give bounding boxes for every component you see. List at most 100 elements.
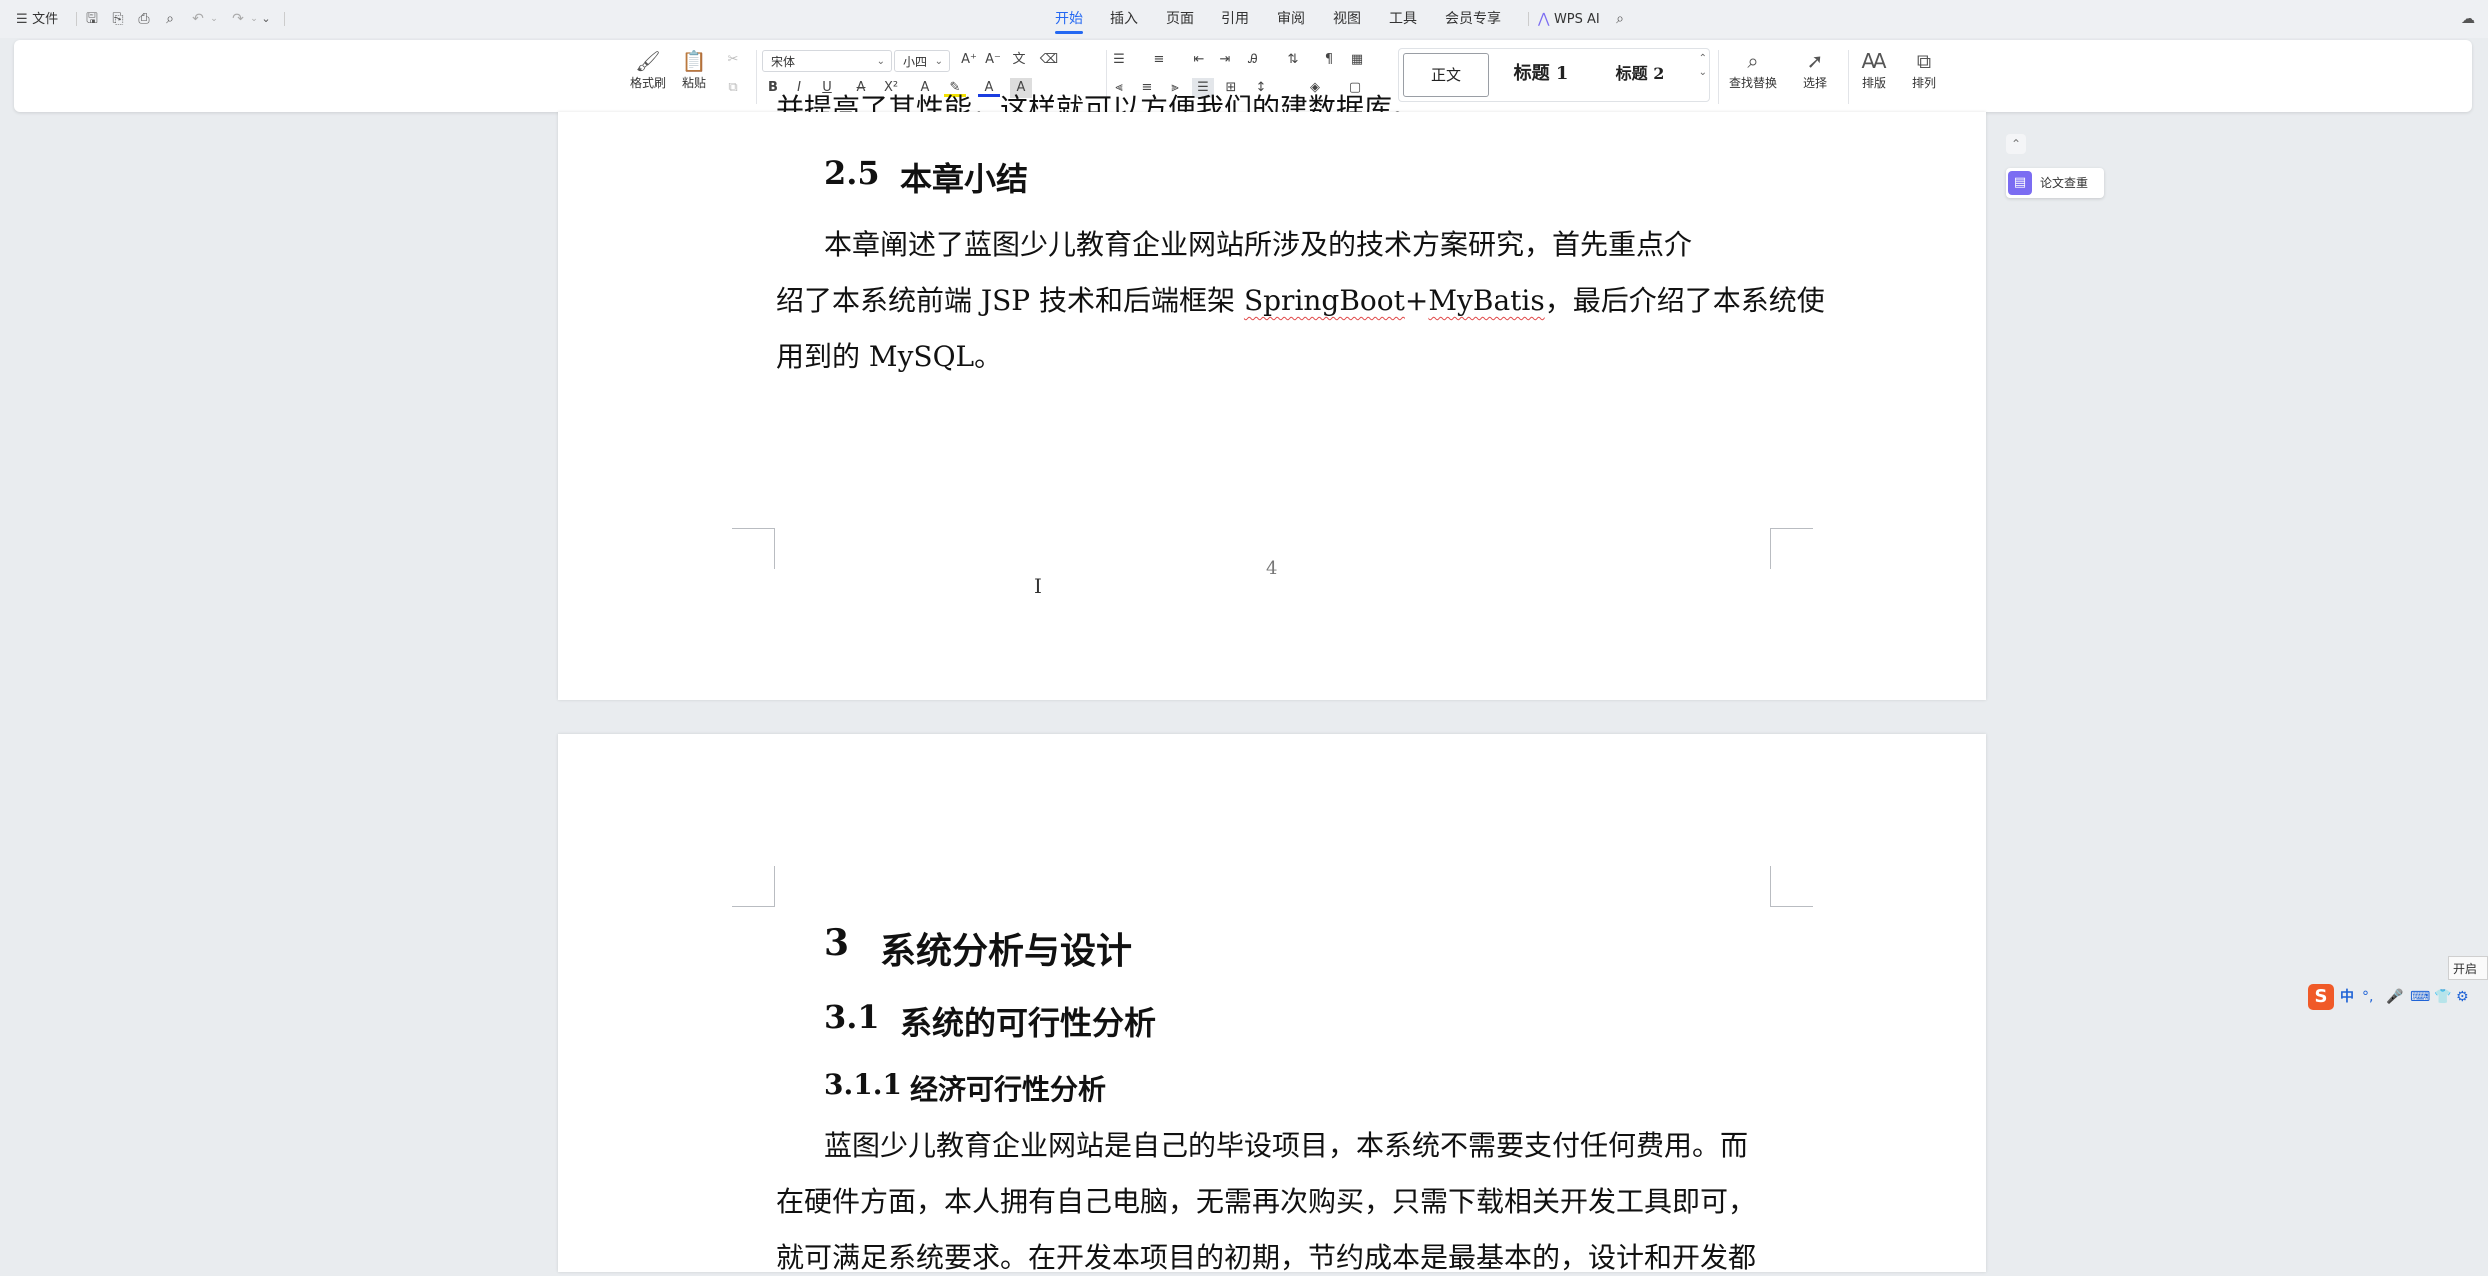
paragraph-line: 就可满足系统要求。在开发本项目的初期，节约成本是最基本的，设计和开发都 — [776, 1241, 1757, 1274]
wps-ai-label: WPS AI — [1553, 12, 1600, 27]
font-size-value: 小四 — [903, 55, 928, 69]
cloud-sync-icon[interactable]: ☁ — [2460, 11, 2476, 27]
format-painter-button[interactable]: 🖌 格式刷 — [626, 48, 670, 91]
arrange-icon: ⧉ — [1916, 49, 1932, 73]
chevron-up-icon[interactable]: ⌃ — [1699, 53, 1707, 64]
tab-view[interactable]: 视图 — [1333, 0, 1361, 38]
style-label: 标题 2 — [1615, 64, 1665, 83]
microphone-icon[interactable]: 🎤 — [2386, 988, 2403, 1006]
font-name-select[interactable]: 宋体 ⌄ — [762, 50, 892, 72]
section-title: 本章小结 — [900, 160, 1029, 198]
text-direction-icon[interactable]: Ꭿ — [1242, 50, 1264, 70]
tab-label: 视图 — [1333, 11, 1361, 27]
arrange-button[interactable]: ⧉ 排列 — [1902, 48, 1946, 91]
tab-review[interactable]: 审阅 — [1277, 0, 1305, 38]
toolbox-icon[interactable]: ⚙ — [2456, 988, 2469, 1006]
style-normal[interactable]: 正文 — [1403, 53, 1489, 97]
tab-label: 引用 — [1221, 11, 1249, 27]
increase-indent-icon[interactable]: ⇥ — [1214, 50, 1236, 70]
chevron-down-icon: ⌄ — [876, 56, 885, 67]
subsection-title: 经济可行性分析 — [910, 1073, 1107, 1106]
document-page — [558, 112, 1986, 700]
find-replace-button[interactable]: ⌕ 查找替换 — [1720, 48, 1786, 91]
quick-access-more-icon[interactable]: ⌄ — [258, 11, 274, 27]
clear-format-icon[interactable]: ⌫ — [1038, 50, 1060, 70]
tab-member[interactable]: 会员专享 — [1445, 0, 1501, 38]
undo-dropdown-icon[interactable]: ⌄ — [206, 11, 222, 27]
tab-label: 工具 — [1389, 11, 1417, 27]
paragraph-line: 在硬件方面，本人拥有自己电脑，无需再次购买，只需下载相关开发工具即可， — [776, 1185, 1757, 1218]
crop-mark — [732, 866, 775, 907]
tab-label: 开始 — [1055, 11, 1083, 27]
punctuation-icon[interactable]: °, — [2362, 988, 2373, 1006]
cursor-icon: ➚ — [1806, 49, 1824, 73]
crop-mark — [1770, 528, 1813, 569]
sort-icon[interactable]: ⇅ — [1282, 50, 1304, 70]
search-icon[interactable]: ⌕ — [1612, 11, 1628, 27]
chevron-down-icon[interactable]: ⌄ — [1699, 67, 1707, 78]
bullet-list-icon[interactable]: ☰ — [1108, 50, 1130, 70]
paragraph-line: 用到的 MySQL。 — [776, 340, 1003, 373]
style-label: 正文 — [1430, 66, 1461, 84]
paper-check-label: 论文查重 — [2040, 176, 2089, 190]
paste-label: 粘贴 — [681, 76, 706, 90]
paper-check-button[interactable]: ▤ 论文查重 — [2006, 168, 2104, 198]
file-menu-label: 文件 — [32, 12, 59, 27]
search-icon: ⌕ — [1747, 49, 1759, 73]
text-cursor-icon: I — [1034, 574, 1042, 598]
share-icon[interactable]: ⎘ — [110, 11, 126, 27]
tab-tools[interactable]: 工具 — [1389, 0, 1417, 38]
tab-insert[interactable]: 插入 — [1110, 0, 1138, 38]
print-icon[interactable]: ⎙ — [136, 11, 152, 27]
ime-toolbar: S 中 °, 🎤 ⌨ 👕 ⚙ — [2306, 982, 2488, 1012]
crop-mark — [732, 528, 775, 569]
wps-ai-button[interactable]: ⋀ WPS AI — [1538, 0, 1600, 38]
undo-icon[interactable]: ↶ — [190, 11, 206, 27]
style-heading-1[interactable]: 标题 1 — [1493, 53, 1589, 95]
style-heading-2[interactable]: 标题 2 — [1595, 53, 1685, 95]
save-icon[interactable]: 🖫 — [84, 11, 100, 27]
skin-icon[interactable]: 👕 — [2434, 988, 2451, 1006]
phonetic-guide-icon[interactable]: 文 — [1008, 50, 1030, 70]
font-size-select[interactable]: 小四 ⌄ — [894, 50, 950, 72]
increase-font-icon[interactable]: A⁺ — [958, 50, 980, 70]
tab-page[interactable]: 页面 — [1166, 0, 1194, 38]
section-title: 系统的可行性分析 — [900, 1004, 1157, 1042]
format-painter-icon: 🖌 — [635, 49, 661, 73]
crop-mark — [1770, 866, 1813, 907]
collapse-panel-button[interactable]: ⌃ — [2006, 134, 2026, 154]
select-button[interactable]: ➚ 选择 — [1790, 48, 1840, 91]
divider — [1528, 12, 1529, 26]
cut-icon[interactable]: ✂ — [722, 50, 744, 70]
decrease-font-icon[interactable]: A⁻ — [982, 50, 1004, 70]
ime-mode-toggle[interactable]: 中 — [2340, 988, 2354, 1006]
redo-icon[interactable]: ↷ — [230, 11, 246, 27]
ime-tooltip: 开启 — [2448, 956, 2488, 980]
paragraph-line: 本章阐述了蓝图少儿教育企业网站所涉及的技术方案研究，首先重点介 — [824, 228, 1693, 261]
spellcheck-word: SpringBoot — [1243, 284, 1405, 317]
file-menu[interactable]: ☰ 文件 — [16, 0, 58, 38]
tab-label: 页面 — [1166, 11, 1194, 27]
partial-text-line: 并提高了其性能，这样就可以方便我们的建数据库。 — [776, 92, 1421, 112]
chevron-down-icon: ⌄ — [934, 56, 943, 67]
select-label: 选择 — [1802, 76, 1827, 90]
keyboard-icon[interactable]: ⌨ — [2410, 988, 2430, 1006]
paste-button[interactable]: 📋 粘贴 — [672, 48, 716, 91]
divider — [1718, 50, 1719, 104]
font-name-value: 宋体 — [771, 55, 796, 69]
print-preview-icon[interactable]: ⌕ — [162, 11, 178, 27]
table-icon[interactable]: ▦ — [1346, 50, 1368, 70]
chapter-number: 3 — [824, 922, 850, 964]
subsection-number: 3.1.1 — [824, 1068, 902, 1101]
sogou-logo-icon[interactable]: S — [2308, 984, 2334, 1010]
paper-check-icon: ▤ — [2008, 171, 2032, 195]
layout-button[interactable]: Ꜳ 排版 — [1852, 48, 1896, 91]
decrease-indent-icon[interactable]: ⇤ — [1188, 50, 1210, 70]
copy-icon[interactable]: ⧉ — [722, 78, 744, 98]
show-marks-icon[interactable]: ¶ — [1318, 50, 1340, 70]
style-label: 标题 1 — [1513, 63, 1569, 84]
tab-home[interactable]: 开始 — [1055, 0, 1083, 38]
tab-references[interactable]: 引用 — [1221, 0, 1249, 38]
numbered-list-icon[interactable]: ≡ — [1148, 50, 1170, 70]
divider — [756, 50, 757, 104]
